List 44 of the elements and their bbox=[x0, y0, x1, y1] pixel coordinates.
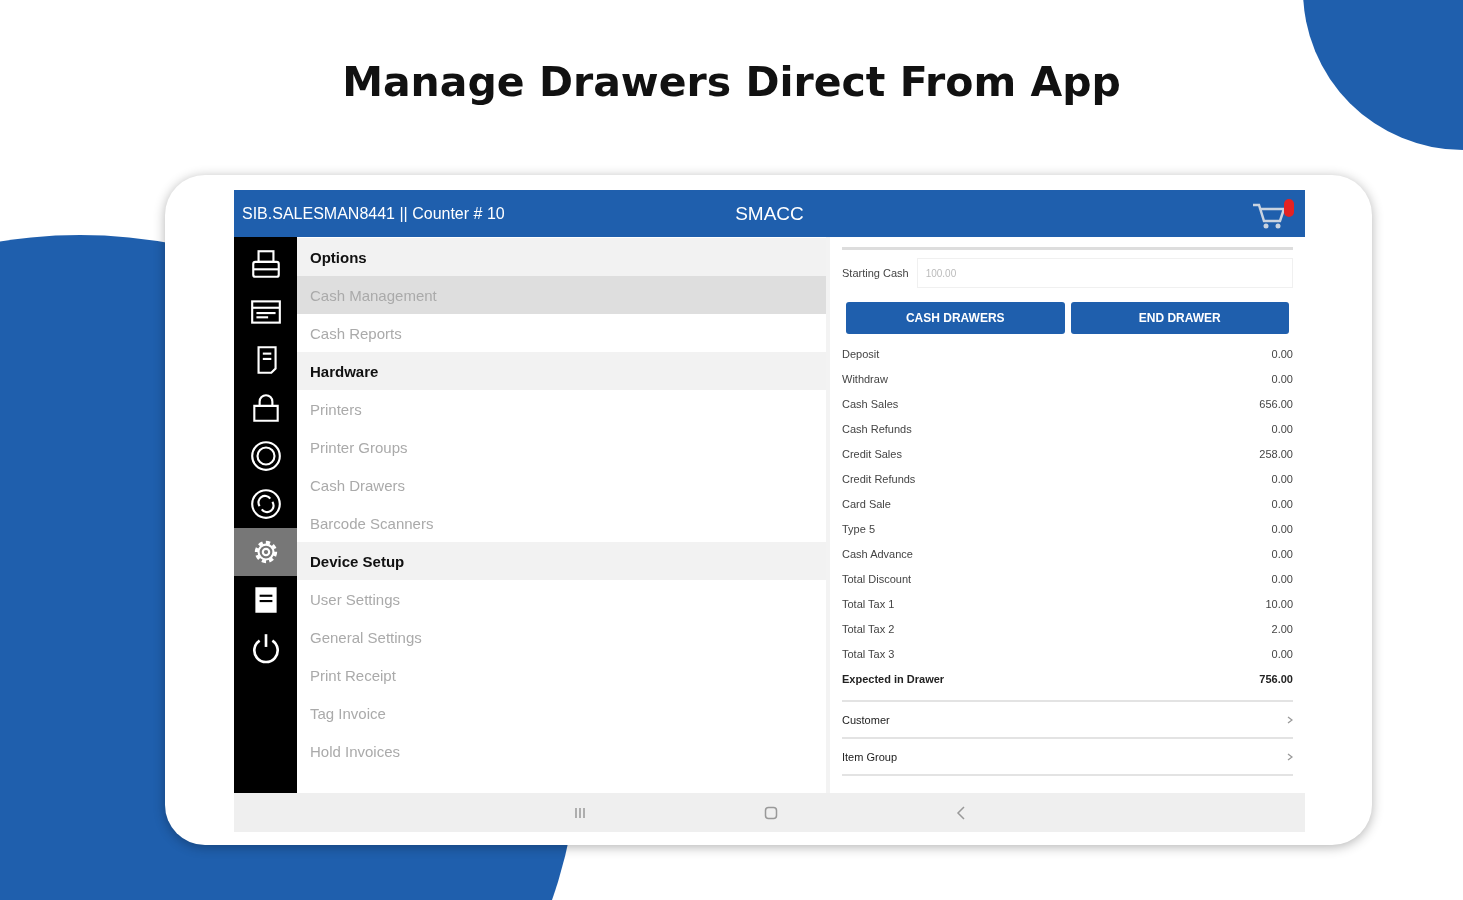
summary-value: 2.00 bbox=[1271, 622, 1293, 635]
summary-value: 0.00 bbox=[1271, 647, 1293, 660]
summary-label: Card Sale bbox=[842, 497, 891, 510]
summary-label: Total Tax 3 bbox=[842, 647, 895, 660]
summary-value: 258.00 bbox=[1259, 447, 1293, 460]
summary-label: Deposit bbox=[842, 347, 880, 360]
summary-value: 0.00 bbox=[1271, 372, 1293, 385]
summary-label: Total Tax 2 bbox=[842, 622, 895, 635]
starting-cash-field[interactable]: 100.00 bbox=[916, 258, 1293, 288]
drawer-button[interactable]: CASH DRAWERS bbox=[846, 302, 1065, 334]
chevron-icon bbox=[1287, 752, 1293, 761]
filter-link[interactable]: Item Group bbox=[842, 750, 898, 763]
headline: Manage Drawers Direct From App bbox=[342, 58, 1121, 106]
section-header: Device Setup bbox=[297, 542, 826, 580]
summary-value: 0.00 bbox=[1271, 472, 1293, 485]
section-header: Options bbox=[297, 238, 826, 276]
gear-icon[interactable] bbox=[234, 528, 297, 576]
summary-label: Total Discount bbox=[842, 572, 912, 585]
summary-value: 0.00 bbox=[1271, 522, 1293, 535]
section-header: Hardware bbox=[297, 352, 826, 390]
summary-value: 0.00 bbox=[1271, 572, 1293, 585]
summary-value: 656.00 bbox=[1259, 397, 1293, 410]
summary-value: 0.00 bbox=[1271, 347, 1293, 360]
app-title: SMACC bbox=[735, 202, 804, 225]
summary-label: Credit Refunds bbox=[842, 472, 916, 485]
summary-label: Cash Refunds bbox=[842, 422, 912, 435]
summary-label: Expected in Drawer bbox=[842, 672, 945, 685]
starting-cash-label: Starting Cash bbox=[842, 267, 909, 279]
drawer-button[interactable]: END DRAWER bbox=[1070, 302, 1289, 334]
summary-label: Cash Sales bbox=[842, 397, 899, 410]
cart-icon[interactable] bbox=[1251, 196, 1297, 231]
summary-value: 0.00 bbox=[1271, 497, 1293, 510]
summary-value: 0.00 bbox=[1271, 547, 1293, 560]
summary-value: 756.00 bbox=[1259, 672, 1293, 685]
summary-value: 0.00 bbox=[1271, 422, 1293, 435]
summary-label: Credit Sales bbox=[842, 447, 902, 460]
summary-value: 10.00 bbox=[1265, 597, 1293, 610]
chevron-icon bbox=[1287, 715, 1293, 724]
user-counter-label: SIB.SALESMAN8441 || Counter # 10 bbox=[242, 204, 505, 223]
summary-label: Withdraw bbox=[842, 372, 888, 385]
summary-label: Cash Advance bbox=[842, 547, 913, 560]
summary-label: Total Tax 1 bbox=[842, 597, 895, 610]
filter-link[interactable]: Customer bbox=[842, 713, 890, 726]
summary-label: Type 5 bbox=[842, 522, 876, 535]
